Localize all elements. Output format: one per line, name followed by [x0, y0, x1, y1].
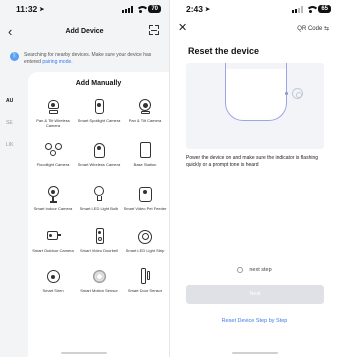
qr-code-label: QR Code: [297, 26, 323, 32]
status-bar: 2:43 ➤ 65: [170, 0, 339, 18]
device-tile[interactable]: Smart Siren: [30, 268, 76, 293]
indoor-camera-icon: [45, 186, 62, 203]
device-label: Smart Indoor Camera: [33, 206, 73, 211]
device-tile[interactable]: Smart Motion Sensor: [76, 268, 122, 293]
floodlight-camera-icon: [44, 142, 62, 159]
light-strip-icon: [137, 228, 154, 245]
wifi-icon: [136, 5, 150, 13]
status-time: 11:32: [16, 4, 38, 14]
device-tile[interactable]: Smart Outdoor Camera: [30, 228, 76, 253]
next-step-checkbox[interactable]: next step: [170, 267, 339, 273]
back-chevron-icon[interactable]: ‹: [8, 25, 12, 38]
next-step-label: next step: [249, 267, 272, 273]
status-time: 2:43: [186, 4, 204, 14]
device-label: Smart LED Light Strip: [125, 248, 165, 253]
device-label: Smart Outdoor Camera: [32, 248, 74, 253]
add-device-screen: 11:32 ➤ 70 ‹ Add Device ᛒ Searching for …: [0, 0, 169, 357]
wifi-icon: [306, 5, 320, 13]
pet-feeder-icon: [137, 186, 154, 203]
device-label: Smart Door Sensor: [127, 288, 163, 293]
page-title: Reset the device: [188, 46, 260, 56]
device-label: Floodlight Camera: [36, 162, 70, 167]
search-banner: ᛒ Searching for nearby devices. Make sur…: [10, 52, 159, 66]
nav-bar: ‹ Add Device: [0, 22, 169, 40]
device-tile[interactable]: Smart Indoor Camera: [30, 186, 76, 211]
radio-circle-icon: [237, 267, 244, 273]
device-panel: Add Manually Pan & Tilt Wireless Camera …: [28, 72, 169, 357]
outdoor-camera-icon: [45, 228, 62, 245]
video-doorbell-icon: [91, 228, 108, 245]
device-label: Smart Siren: [42, 288, 64, 293]
sidebar-item-3[interactable]: LIK: [6, 142, 14, 148]
home-indicator: [232, 352, 278, 354]
pan-tilt-camera-icon: [45, 98, 62, 115]
location-arrow-icon: ➤: [39, 6, 45, 13]
switch-icon: ⇆: [323, 26, 329, 32]
bluetooth-icon: ᛒ: [10, 52, 19, 61]
motion-sensor-icon: [91, 268, 108, 285]
sidebar-item-1[interactable]: AU: [6, 98, 13, 104]
scan-icon[interactable]: [149, 25, 159, 35]
device-label: Base Station: [133, 162, 157, 167]
device-label: Smart Video Doorbell: [80, 248, 118, 253]
device-illustration: [186, 63, 324, 149]
device-label: Smart Video Pet Feeder: [123, 206, 167, 211]
location-arrow-icon: ➤: [205, 6, 211, 13]
device-tile[interactable]: Smart Door Sensor: [122, 268, 168, 293]
qr-code-button[interactable]: QR Code ⇆: [297, 25, 329, 32]
device-tile[interactable]: Floodlight Camera: [30, 142, 76, 167]
device-tile[interactable]: Smart Wireless Camera: [76, 142, 122, 167]
wireless-camera-icon: [91, 142, 108, 159]
device-tile[interactable]: Smart LED Light Strip: [122, 228, 168, 253]
close-icon[interactable]: ✕: [178, 23, 187, 34]
nav-bar: ✕ QR Code ⇆: [170, 22, 339, 40]
page-title: Add Device: [65, 27, 104, 35]
base-station-icon: [137, 142, 154, 159]
light-bulb-icon: [91, 186, 108, 203]
sidebar-item-2[interactable]: SE: [6, 120, 13, 126]
device-label: Smart LED Light Bulb: [79, 206, 119, 211]
device-label: Smart Motion Sensor: [80, 288, 118, 293]
device-tile[interactable]: Pan & Tilt Wireless Camera: [30, 98, 76, 128]
door-sensor-icon: [137, 268, 154, 285]
battery-badge: 65: [318, 5, 331, 13]
device-tile[interactable]: Smart Video Doorbell: [76, 228, 122, 253]
next-button[interactable]: Next: [186, 285, 324, 304]
siren-icon: [45, 268, 62, 285]
signal-icon: [292, 5, 304, 13]
device-label: Pan & Tilt Wireless Camera: [36, 118, 70, 129]
battery-badge: 70: [148, 5, 161, 13]
reset-device-screen: 2:43 ➤ 65 ✕ QR Code ⇆ Reset the device P…: [170, 0, 339, 357]
reset-step-by-step-link[interactable]: Reset Device Step by Step: [170, 318, 339, 324]
device-label: Smart Wireless Camera: [77, 162, 121, 167]
device-tile[interactable]: Pan & Tilt Camera: [122, 98, 168, 123]
home-indicator: [61, 352, 107, 354]
reset-button-icon: [292, 88, 303, 99]
device-tile[interactable]: Smart Video Pet Feeder: [122, 186, 168, 211]
device-label: Pan & Tilt Camera: [128, 118, 162, 123]
device-tile[interactable]: Base Station: [122, 142, 168, 167]
pairing-mode-link[interactable]: pairing mode.: [42, 59, 72, 65]
device-tile[interactable]: Smart Spotlight Camera: [76, 98, 122, 123]
device-label: Smart Spotlight Camera: [77, 118, 121, 123]
status-bar: 11:32 ➤ 70: [0, 0, 169, 18]
section-title: Add Manually: [75, 80, 122, 87]
device-tile[interactable]: Smart LED Light Bulb: [76, 186, 122, 211]
spotlight-camera-icon: [91, 98, 108, 115]
signal-icon: [122, 5, 134, 13]
indicator-light-icon: [285, 92, 288, 95]
pan-tilt-camera-icon: [137, 98, 154, 115]
instruction-text: Power the device on and make sure the in…: [186, 155, 319, 169]
